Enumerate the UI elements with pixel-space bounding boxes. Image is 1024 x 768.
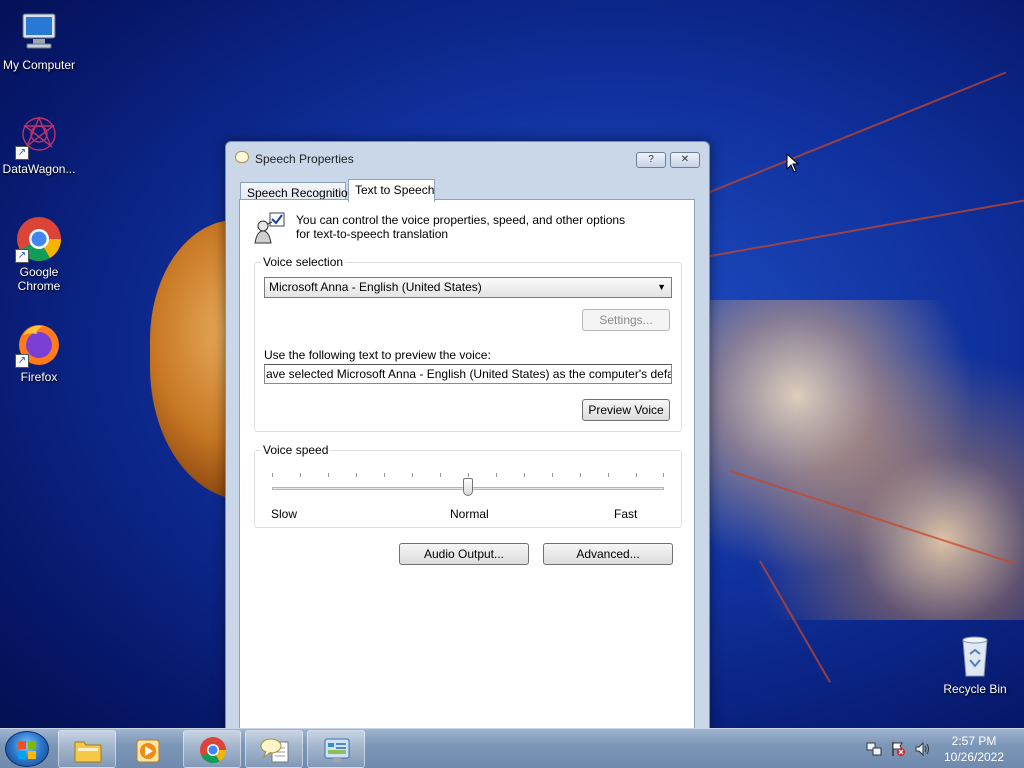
intro-description: You can control the voice properties, sp… bbox=[296, 213, 626, 241]
voice-speed-slider-thumb[interactable] bbox=[463, 478, 473, 496]
wallpaper-strand bbox=[699, 71, 1007, 197]
help-button[interactable]: ? bbox=[636, 152, 666, 168]
slider-tick bbox=[580, 473, 581, 477]
chrome-icon: ↗ bbox=[15, 215, 63, 263]
slider-tick bbox=[468, 473, 469, 477]
desktop-icon-google-chrome[interactable]: ↗ Google Chrome bbox=[0, 215, 78, 293]
taskbar-speech-properties[interactable] bbox=[245, 730, 303, 768]
voice-speed-label: Voice speed bbox=[261, 443, 331, 457]
computer-icon bbox=[15, 8, 63, 56]
windows-logo-icon bbox=[28, 751, 36, 759]
voice-selection-label: Voice selection bbox=[261, 255, 346, 269]
desktop-icon-firefox[interactable]: ↗ Firefox bbox=[0, 320, 78, 384]
slider-tick bbox=[272, 473, 273, 477]
dropdown-arrow-icon: ▼ bbox=[657, 282, 666, 292]
file-explorer-icon bbox=[73, 736, 103, 764]
speech-properties-dialog: Speech Properties ? ✕ Speech Recognition… bbox=[225, 141, 710, 742]
taskbar: 2:57 PM 10/26/2022 bbox=[0, 728, 1024, 768]
slider-tick bbox=[636, 473, 637, 477]
preview-text-label: Use the following text to preview the vo… bbox=[264, 348, 491, 362]
action-center-flag-icon[interactable] bbox=[890, 741, 906, 757]
taskbar-chrome[interactable] bbox=[183, 730, 241, 768]
volume-icon[interactable] bbox=[914, 741, 930, 757]
windows-logo-icon bbox=[18, 751, 26, 759]
slider-tick bbox=[524, 473, 525, 477]
audio-output-button[interactable]: Audio Output... bbox=[399, 543, 529, 565]
slider-tick bbox=[663, 473, 664, 477]
speech-bubble-icon bbox=[260, 736, 290, 764]
chrome-icon bbox=[198, 736, 228, 764]
taskbar-control-panel[interactable] bbox=[307, 730, 365, 768]
desktop-icon-recycle-bin[interactable]: Recycle Bin bbox=[936, 632, 1014, 696]
wallpaper-strand bbox=[709, 199, 1024, 257]
slow-label: Slow bbox=[271, 507, 298, 521]
tab-text-to-speech[interactable]: Text to Speech bbox=[348, 179, 435, 202]
slider-tick bbox=[440, 473, 441, 477]
desktop-icon-label: Firefox bbox=[20, 370, 58, 384]
clock-date: 10/26/2022 bbox=[943, 750, 1005, 764]
system-clock[interactable]: 2:57 PM 10/26/2022 bbox=[938, 733, 1010, 765]
slider-tick bbox=[300, 473, 301, 477]
shortcut-arrow-icon: ↗ bbox=[15, 354, 29, 368]
slider-tick bbox=[356, 473, 357, 477]
slider-tick bbox=[496, 473, 497, 477]
slider-tick bbox=[328, 473, 329, 477]
start-button[interactable] bbox=[5, 731, 49, 767]
desktop-icon-label: DataWagon... bbox=[2, 162, 76, 176]
shortcut-arrow-icon: ↗ bbox=[15, 146, 29, 160]
datawagon-icon: ↗ bbox=[15, 112, 63, 160]
desktop-icon-label: Google Chrome bbox=[17, 265, 61, 293]
slider-tick bbox=[412, 473, 413, 477]
preview-text-input[interactable]: ave selected Microsoft Anna - English (U… bbox=[264, 364, 672, 384]
advanced-button[interactable]: Advanced... bbox=[543, 543, 673, 565]
speech-bubble-icon bbox=[235, 151, 249, 163]
windows-logo-icon bbox=[18, 741, 26, 749]
close-button[interactable]: ✕ bbox=[670, 152, 700, 168]
fast-label: Fast bbox=[614, 507, 638, 521]
desktop-icon-label: My Computer bbox=[2, 58, 76, 72]
selected-voice: Microsoft Anna - English (United States) bbox=[269, 280, 482, 294]
clock-time: 2:57 PM bbox=[951, 734, 997, 748]
wallpaper-jellyfish-tentacles bbox=[700, 300, 1024, 620]
slider-tick bbox=[384, 473, 385, 477]
normal-label: Normal bbox=[450, 507, 489, 521]
network-icon[interactable] bbox=[866, 741, 882, 757]
settings-button[interactable]: Settings... bbox=[582, 309, 670, 331]
taskbar-file-explorer[interactable] bbox=[58, 730, 116, 768]
preview-voice-button[interactable]: Preview Voice bbox=[582, 399, 670, 421]
title-bar[interactable]: Speech Properties ? ✕ bbox=[226, 142, 709, 174]
speech-person-icon bbox=[252, 212, 286, 244]
windows-logo-icon bbox=[28, 741, 36, 749]
control-panel-icon bbox=[322, 736, 352, 764]
taskbar-media-player[interactable] bbox=[119, 730, 177, 768]
slider-tick bbox=[552, 473, 553, 477]
mouse-cursor-icon bbox=[786, 152, 800, 176]
media-player-icon bbox=[134, 736, 164, 764]
desktop-icon-label: Recycle Bin bbox=[943, 682, 1007, 696]
voice-select-dropdown[interactable]: Microsoft Anna - English (United States)… bbox=[264, 277, 672, 298]
shortcut-arrow-icon: ↗ bbox=[15, 249, 29, 263]
desktop-icon-my-computer[interactable]: My Computer bbox=[0, 8, 78, 72]
firefox-icon: ↗ bbox=[15, 320, 63, 368]
tab-panel-text-to-speech: You can control the voice properties, sp… bbox=[239, 199, 695, 742]
desktop-icon-datawagon[interactable]: ↗ DataWagon... bbox=[0, 112, 78, 176]
window-title: Speech Properties bbox=[255, 152, 354, 166]
recycle-bin-icon bbox=[951, 632, 999, 680]
slider-tick bbox=[608, 473, 609, 477]
